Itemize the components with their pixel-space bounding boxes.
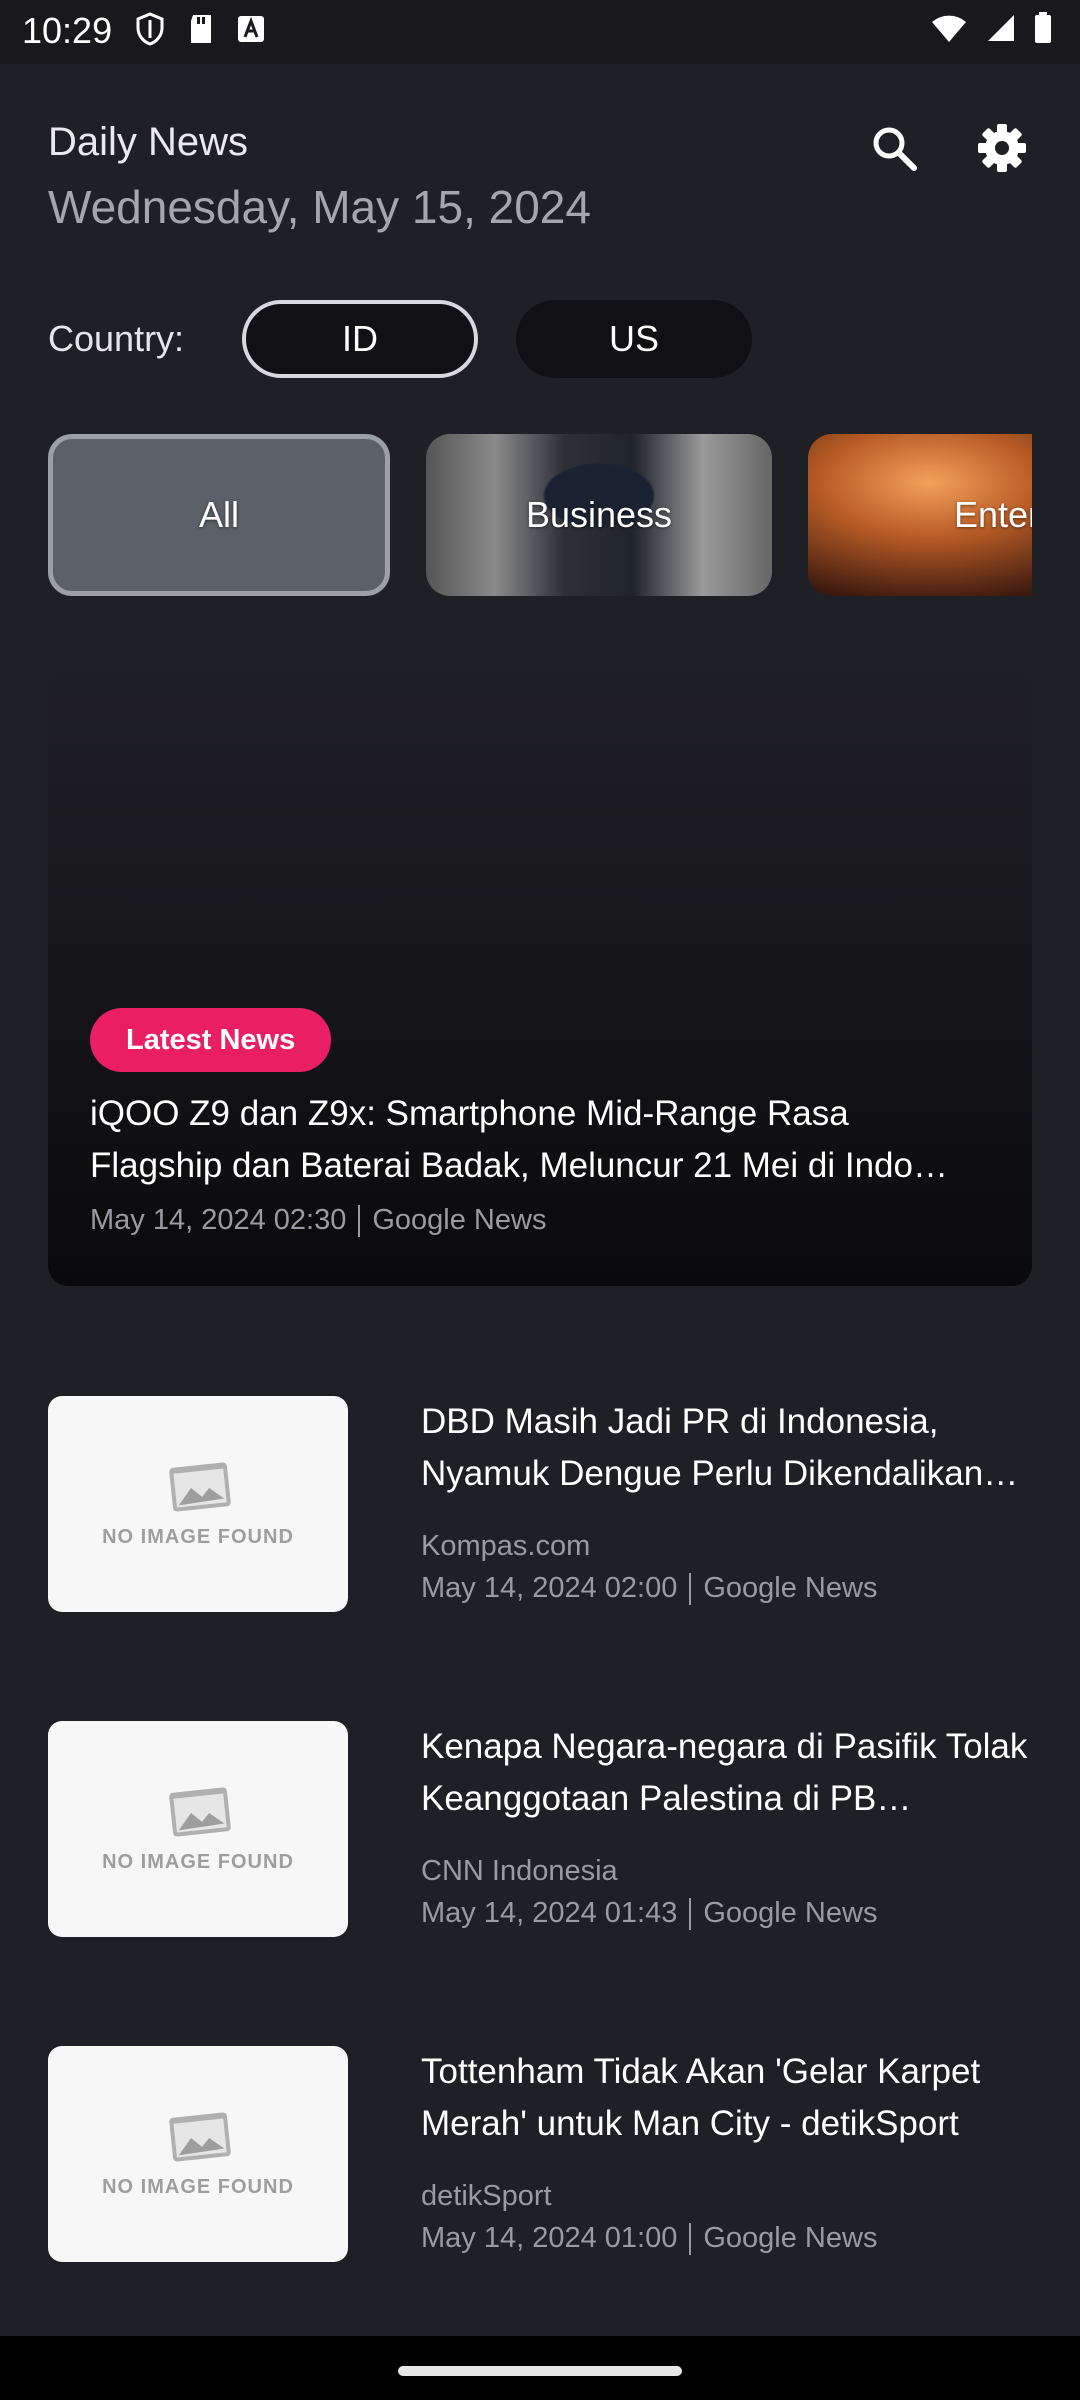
divider: [689, 1897, 692, 1930]
news-title: Tottenham Tidak Akan 'Gelar Karpet Merah…: [421, 2052, 981, 2143]
shield-icon: [136, 12, 164, 46]
category-label: Business: [525, 494, 673, 535]
image-placeholder-icon: [169, 1786, 231, 1837]
category-business[interactable]: Business: [426, 434, 772, 596]
article-thumbnail: NO IMAGE FOUND: [48, 1721, 348, 1937]
image-placeholder-icon: [169, 2111, 231, 2162]
category-list: All Business Entertai: [0, 434, 1032, 596]
status-time: 10:29: [22, 10, 113, 51]
image-placeholder-icon: [169, 1461, 231, 1512]
current-date: Wednesday, May 15, 2024: [48, 181, 591, 233]
sd-card-icon: [191, 15, 211, 43]
divider: [358, 1204, 361, 1237]
news-source: Google News: [703, 1572, 878, 1604]
category-all[interactable]: All: [48, 434, 390, 596]
news-date: May 14, 2024 01:43: [421, 1897, 678, 1929]
latest-news-badge: Latest News: [90, 1008, 332, 1072]
news-publisher: Kompas.com: [421, 1530, 591, 1562]
news-publisher: CNN Indonesia: [421, 1855, 618, 1887]
news-date: May 14, 2024 02:00: [421, 1572, 678, 1604]
status-icons-left: [135, 12, 265, 46]
news-meta: May 14, 2024 02:00 Google News: [421, 1572, 877, 1605]
font-icon: [238, 16, 264, 42]
news-list-item[interactable]: NO IMAGE FOUND Kenapa Negara-negara di P…: [48, 1721, 1032, 1937]
no-image-text: NO IMAGE FOUND: [102, 2175, 294, 2198]
category-label: All: [198, 494, 239, 535]
settings-button[interactable]: [966, 112, 1038, 184]
news-meta: May 14, 2024 01:43 Google News: [421, 1897, 877, 1930]
article-date: May 14, 2024 02:30: [90, 1204, 347, 1236]
news-meta: May 14, 2024 01:00 Google News: [421, 2222, 877, 2255]
gear-icon: [978, 124, 1026, 172]
country-label: Country:: [48, 318, 185, 359]
category-label: Entertai: [953, 494, 1032, 535]
news-date: May 14, 2024 01:00: [421, 2222, 678, 2254]
home-gesture-handle[interactable]: [398, 2366, 682, 2376]
battery-icon: [1035, 12, 1051, 43]
news-title: Kenapa Negara-negara di Pasifik Tolak Ke…: [421, 1727, 1028, 1818]
status-bar: 10:29: [0, 0, 1080, 64]
news-source: Google News: [703, 1897, 878, 1929]
wifi-icon: [932, 15, 966, 42]
signal-icon: [988, 15, 1014, 41]
news-title: DBD Masih Jadi PR di Indonesia, Nyamuk D…: [421, 1402, 1019, 1493]
news-list-item[interactable]: NO IMAGE FOUND Tottenham Tidak Akan 'Gel…: [48, 2046, 1032, 2262]
news-publisher: detikSport: [421, 2180, 552, 2212]
app-title: Daily News: [48, 120, 249, 164]
featured-article-title: iQOO Z9 dan Z9x: Smartphone Mid-Range Ra…: [90, 1094, 948, 1185]
news-source: Google News: [703, 2222, 878, 2254]
country-chip-us[interactable]: US: [516, 300, 752, 378]
article-source: Google News: [372, 1204, 547, 1236]
news-list-item[interactable]: NO IMAGE FOUND DBD Masih Jadi PR di Indo…: [48, 1396, 1032, 1612]
divider: [689, 2222, 692, 2255]
no-image-text: NO IMAGE FOUND: [102, 1525, 294, 1548]
featured-article-card[interactable]: Latest News iQOO Z9 dan Z9x: Smartphone …: [48, 660, 1032, 1286]
article-thumbnail: NO IMAGE FOUND: [48, 2046, 348, 2262]
country-chip-id[interactable]: ID: [242, 300, 478, 378]
divider: [689, 1572, 692, 1605]
category-entertainment[interactable]: Entertai: [808, 434, 1032, 596]
article-thumbnail: NO IMAGE FOUND: [48, 1396, 348, 1612]
search-icon: [873, 127, 917, 171]
status-icons-right: [930, 12, 1052, 44]
no-image-text: NO IMAGE FOUND: [102, 1850, 294, 1873]
featured-article-meta: May 14, 2024 02:30 Google News: [90, 1204, 546, 1237]
search-button[interactable]: [858, 112, 930, 184]
